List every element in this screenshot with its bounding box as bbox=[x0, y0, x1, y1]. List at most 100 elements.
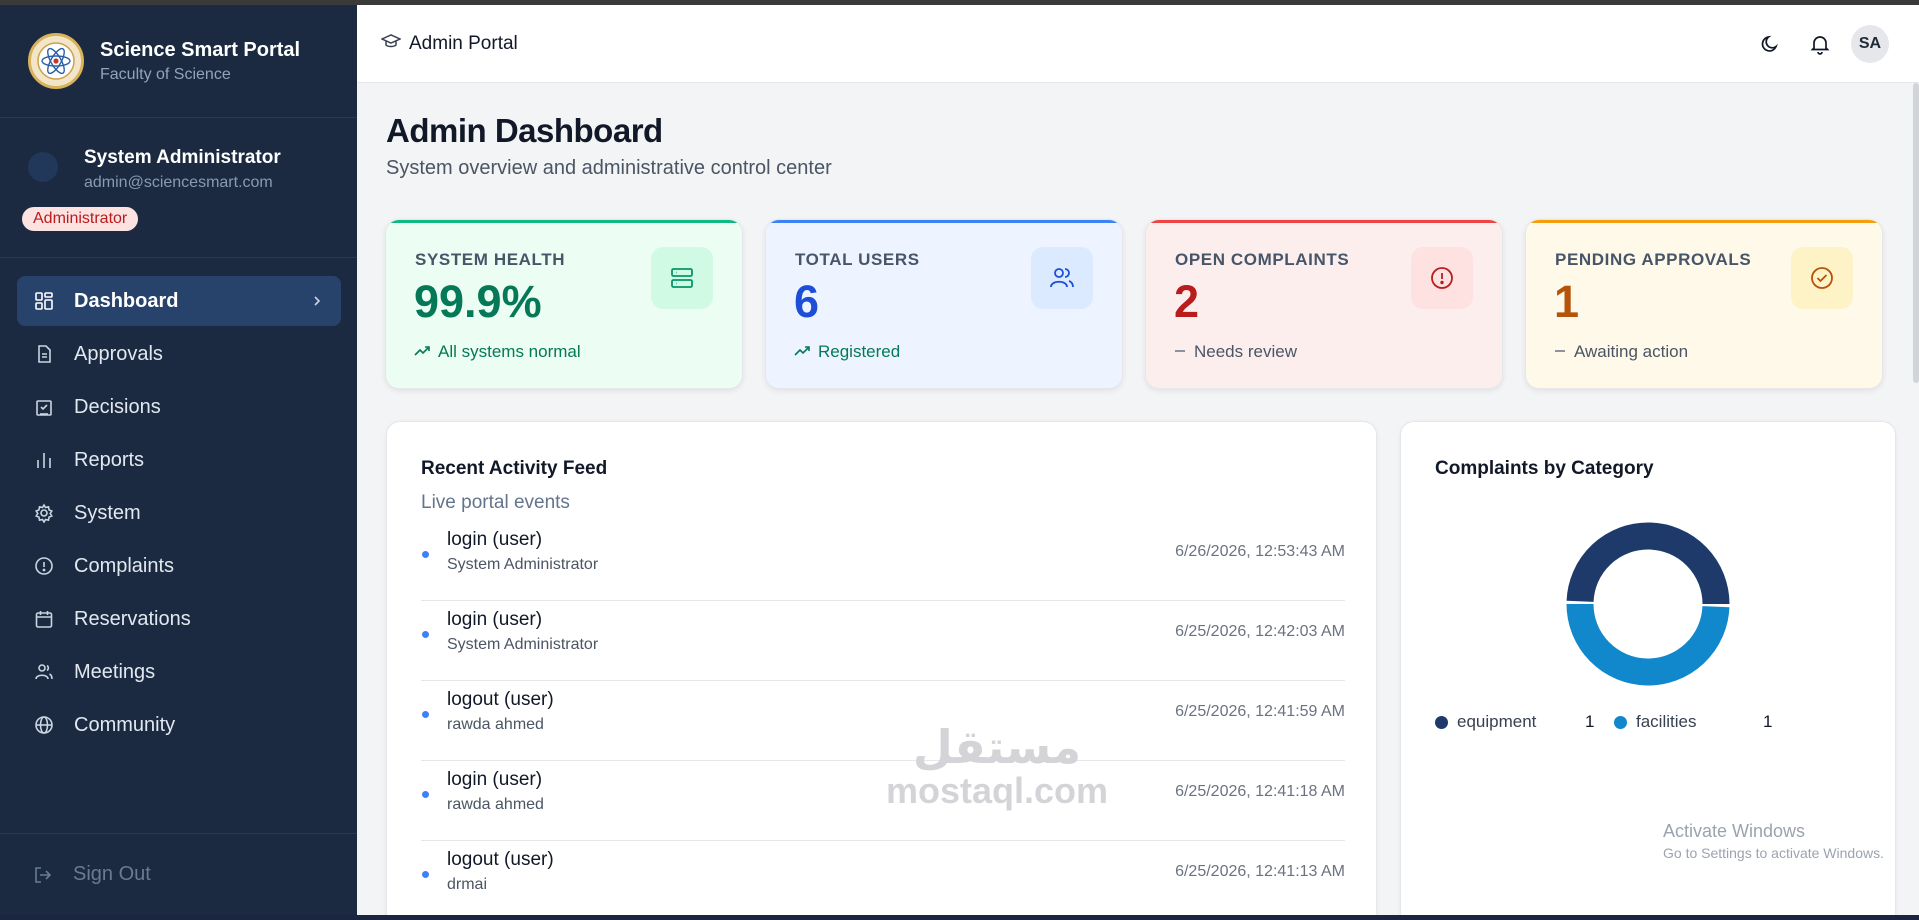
activity-time: 6/26/2026, 12:53:43 AM bbox=[1175, 543, 1345, 560]
sidebar: Science Smart Portal Faculty of Science … bbox=[0, 5, 357, 915]
top-bar: Admin Portal SA bbox=[357, 5, 1919, 83]
main-content: Admin Portal SA Admin Dashboard System o… bbox=[357, 5, 1919, 915]
activity-user: System Administrator bbox=[447, 556, 599, 573]
activity-item[interactable]: login (user) System Administrator 6/26/2… bbox=[421, 521, 1345, 601]
page-scrollbar[interactable] bbox=[1913, 83, 1919, 383]
card-accent-bar bbox=[1526, 220, 1882, 223]
activity-dot bbox=[422, 711, 429, 718]
role-badge: Administrator bbox=[22, 207, 139, 231]
profile-avatar bbox=[28, 152, 58, 182]
total-users-card: TOTAL USERS 6 Registered bbox=[765, 219, 1123, 389]
bell-icon bbox=[1810, 36, 1830, 55]
card-value: 99.9% bbox=[414, 276, 542, 327]
activity-time: 6/25/2026, 12:41:18 AM bbox=[1175, 783, 1345, 800]
legend-item-equipment[interactable]: equipment bbox=[1435, 712, 1536, 732]
activity-item[interactable]: login (user) System Administrator 6/25/2… bbox=[421, 601, 1345, 681]
card-label: PENDING APPROVALS bbox=[1555, 250, 1752, 269]
card-footer: All systems normal bbox=[414, 342, 581, 362]
trending-up-icon bbox=[794, 342, 810, 362]
system-health-card: SYSTEM HEALTH 99.9% All systems normal bbox=[385, 219, 743, 389]
legend-item-facilities[interactable]: facilities bbox=[1614, 712, 1696, 732]
activity-user: rawda ahmed bbox=[447, 796, 544, 813]
card-accent-bar bbox=[1146, 220, 1502, 223]
moon-icon bbox=[1761, 35, 1778, 52]
stat-cards: SYSTEM HEALTH 99.9% All systems normal T… bbox=[385, 219, 1905, 389]
sidebar-item-reservations[interactable]: Reservations bbox=[17, 594, 341, 644]
card-accent-bar bbox=[766, 220, 1122, 223]
activity-time: 6/25/2026, 12:41:59 AM bbox=[1175, 703, 1345, 720]
sidebar-item-meetings[interactable]: Meetings bbox=[17, 647, 341, 697]
donut-slice-equipment[interactable] bbox=[1566, 522, 1730, 605]
check-circle-icon bbox=[1791, 247, 1853, 309]
atom-seal-icon bbox=[28, 33, 84, 89]
card-value: 2 bbox=[1174, 276, 1200, 327]
legend-swatch bbox=[1435, 715, 1448, 729]
sidebar-nav: Dashboard Approvals Decisions Reports Sy… bbox=[0, 258, 357, 750]
sidebar-item-label: Reports bbox=[74, 448, 145, 471]
user-avatar-button[interactable]: SA bbox=[1851, 25, 1889, 63]
sidebar-item-system[interactable]: System bbox=[17, 488, 341, 538]
topbar-title: Admin Portal bbox=[409, 32, 518, 54]
card-footer-text: Needs review bbox=[1194, 342, 1297, 361]
card-footer-text: Registered bbox=[818, 342, 901, 361]
sidebar-item-approvals[interactable]: Approvals bbox=[17, 329, 341, 379]
theme-toggle-button[interactable] bbox=[1751, 25, 1789, 63]
card-label: SYSTEM HEALTH bbox=[415, 250, 566, 269]
notifications-button[interactable] bbox=[1801, 25, 1839, 63]
sidebar-item-decisions[interactable]: Decisions bbox=[17, 382, 341, 432]
feed-subtitle: Live portal events bbox=[421, 492, 570, 513]
card-footer: Awaiting action bbox=[1554, 342, 1688, 362]
app-root: Science Smart Portal Faculty of Science … bbox=[0, 5, 1919, 915]
page-title: Admin Dashboard bbox=[386, 112, 663, 149]
watermark-arabic: مستقل bbox=[912, 720, 1082, 774]
activate-windows-notice: Activate Windows Go to Settings to activ… bbox=[1663, 821, 1884, 861]
donut-chart bbox=[1566, 522, 1730, 686]
clipboard-check-icon bbox=[34, 397, 54, 417]
card-value: 1 bbox=[1554, 276, 1580, 327]
sidebar-item-label: Decisions bbox=[74, 395, 161, 418]
activity-dot bbox=[422, 871, 429, 878]
sidebar-item-label: Complaints bbox=[74, 554, 175, 577]
feed-title: Recent Activity Feed bbox=[421, 458, 608, 479]
mostaql-watermark: مستقل mostaql.com bbox=[837, 720, 1157, 812]
sidebar-item-label: Meetings bbox=[74, 660, 156, 683]
sidebar-item-reports[interactable]: Reports bbox=[17, 435, 341, 485]
sidebar-item-label: Dashboard bbox=[74, 289, 179, 312]
users-icon bbox=[34, 662, 54, 682]
sidebar-item-label: Reservations bbox=[74, 607, 191, 630]
activity-time: 6/25/2026, 12:42:03 AM bbox=[1175, 623, 1345, 640]
sidebar-item-dashboard[interactable]: Dashboard bbox=[17, 276, 341, 326]
activity-dot bbox=[422, 551, 429, 558]
sign-out-button[interactable]: Sign Out bbox=[0, 833, 357, 915]
sidebar-item-community[interactable]: Community bbox=[17, 700, 341, 750]
brand-subtitle: Faculty of Science bbox=[100, 65, 231, 83]
legend-value: 1 bbox=[1763, 712, 1773, 731]
sidebar-item-label: Approvals bbox=[74, 342, 163, 365]
activate-title: Activate Windows bbox=[1663, 821, 1806, 841]
top-actions: SA bbox=[1739, 25, 1889, 63]
window-bottom-edge bbox=[0, 915, 1919, 920]
profile-name: System Administrator bbox=[84, 147, 281, 168]
page-subtitle: System overview and administrative contr… bbox=[386, 157, 832, 179]
sidebar-item-complaints[interactable]: Complaints bbox=[17, 541, 341, 591]
document-icon bbox=[34, 344, 54, 364]
activate-subtitle: Go to Settings to activate Windows. bbox=[1663, 845, 1884, 861]
legend-swatch bbox=[1614, 715, 1627, 729]
activity-title: logout (user) bbox=[447, 849, 554, 870]
activity-title: login (user) bbox=[447, 609, 543, 630]
activity-item[interactable]: logout (user) drmai 6/25/2026, 12:41:13 … bbox=[421, 841, 1345, 915]
activity-user: System Administrator bbox=[447, 636, 599, 653]
activity-feed-panel: Recent Activity Feed Live portal events … bbox=[386, 421, 1377, 915]
activity-time: 6/25/2026, 12:41:13 AM bbox=[1175, 863, 1345, 880]
donut-slice-facilities[interactable] bbox=[1566, 603, 1730, 686]
card-footer: Needs review bbox=[1174, 342, 1297, 362]
profile-section: System Administrator admin@sciencesmart.… bbox=[0, 118, 357, 258]
legend-label: equipment bbox=[1457, 712, 1537, 731]
globe-icon bbox=[34, 715, 54, 735]
grid-icon bbox=[34, 291, 54, 311]
trending-up-icon bbox=[414, 342, 430, 362]
minus-icon bbox=[1554, 342, 1566, 362]
activity-user: drmai bbox=[447, 876, 488, 893]
legend-value: 1 bbox=[1585, 712, 1595, 731]
sidebar-item-label: System bbox=[74, 501, 141, 524]
